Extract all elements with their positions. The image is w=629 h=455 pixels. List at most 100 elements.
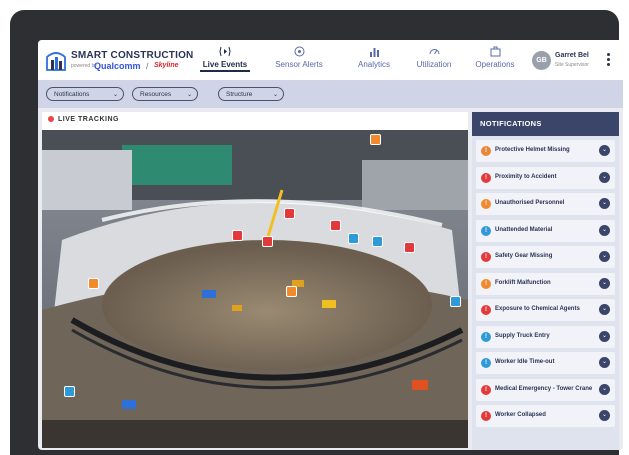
- app-title: SMART CONSTRUCTION: [71, 50, 194, 61]
- notification-item[interactable]: ! Supply Truck Entry ⌄: [476, 325, 615, 348]
- chevron-down-icon[interactable]: ⌄: [599, 171, 610, 183]
- partner-qualcomm-logo: Qualcomm: [94, 61, 141, 71]
- helmet-alert-marker[interactable]: [370, 134, 381, 145]
- notification-label: Safety Gear Missing: [495, 253, 553, 259]
- notification-label: Worker Collapsed: [495, 412, 546, 418]
- tab-live-events[interactable]: Live Events: [200, 46, 250, 78]
- chevron-down-icon: ⌄: [112, 92, 118, 98]
- construction-site-image: [42, 130, 468, 448]
- forklift-alert-marker[interactable]: [286, 286, 297, 297]
- notification-item[interactable]: ! Safety Gear Missing ⌄: [476, 246, 615, 268]
- notification-item[interactable]: ! Proximity to Accident ⌄: [476, 166, 615, 189]
- alert-icon: !: [481, 411, 491, 421]
- notification-label: Exposure to Chemical Agents: [495, 306, 580, 312]
- tab-utilization[interactable]: Utilization: [412, 46, 456, 78]
- live-indicator-icon: [48, 116, 54, 123]
- notification-label: Proximity to Accident: [495, 173, 557, 180]
- briefcase-icon: [490, 46, 500, 57]
- resources-filter-label: Resources: [140, 91, 172, 98]
- notification-label: Medical Emergency - Tower Crane: [495, 385, 593, 392]
- worker-alert-marker[interactable]: [64, 386, 75, 397]
- bar-chart-icon: [369, 48, 379, 57]
- top-header: SMART CONSTRUCTION powered by Qualcomm /…: [38, 40, 623, 80]
- chevron-down-icon[interactable]: ⌄: [599, 198, 610, 209]
- notification-label: Forklift Malfunction: [495, 279, 551, 286]
- safety-alert-marker[interactable]: [284, 208, 295, 219]
- tab-operations[interactable]: Operations: [472, 46, 518, 78]
- notification-label: Unattended Material: [495, 226, 553, 233]
- chevron-down-icon[interactable]: ⌄: [599, 251, 610, 262]
- warning-icon: !: [481, 172, 491, 183]
- tab-utilization-label: Utilization: [416, 60, 452, 69]
- forklift-icon: !: [481, 278, 491, 289]
- user-role: Site Supervisor: [555, 62, 589, 68]
- construction-site-feed[interactable]: [42, 130, 468, 448]
- resources-filter-dropdown[interactable]: Resources ⌄: [132, 87, 198, 101]
- clock-icon: !: [481, 358, 491, 368]
- stadium-logo-icon: [46, 52, 66, 71]
- tab-live-events-label: Live Events: [200, 60, 250, 72]
- powered-by-label: powered by: [71, 63, 97, 69]
- chevron-down-icon[interactable]: ⌄: [599, 383, 610, 395]
- broadcast-icon: [219, 46, 231, 57]
- box-icon: !: [481, 225, 491, 236]
- filter-bar: Notifications ⌄ Resources ⌄ Structure ⌄: [38, 80, 623, 108]
- truck-alert-marker[interactable]: [372, 236, 383, 247]
- notification-item[interactable]: ! Forklift Malfunction ⌄: [476, 272, 615, 295]
- notification-item[interactable]: ! Medical Emergency - Tower Crane ⌄: [476, 378, 615, 401]
- chevron-down-icon: ⌄: [272, 92, 278, 98]
- chevron-down-icon[interactable]: ⌄: [599, 304, 610, 315]
- notification-label: Unauthorised Personnel: [495, 200, 565, 206]
- chevron-down-icon[interactable]: ⌄: [599, 277, 610, 289]
- truck-icon: !: [481, 331, 491, 342]
- live-tracking-panel: LIVE TRACKING: [42, 112, 468, 448]
- structure-filter-dropdown[interactable]: Structure ⌄: [218, 87, 284, 101]
- notifications-filter-label: Notifications: [54, 91, 90, 98]
- notification-label: Protective Helmet Missing: [495, 147, 570, 153]
- personnel-alert-marker[interactable]: [88, 278, 99, 289]
- notifications-title: NOTIFICATIONS: [472, 112, 619, 136]
- app-screen: SMART CONSTRUCTION powered by Qualcomm /…: [38, 40, 623, 450]
- tab-sensor-alerts[interactable]: Sensor Alerts: [269, 46, 329, 78]
- collapse-alert-marker[interactable]: [404, 242, 415, 253]
- notification-label: Supply Truck Entry: [495, 332, 550, 339]
- tab-sensor-alerts-label: Sensor Alerts: [275, 60, 323, 69]
- avatar[interactable]: GB: [532, 51, 551, 70]
- live-tracking-label: LIVE TRACKING: [58, 116, 119, 123]
- chevron-down-icon[interactable]: ⌄: [599, 224, 610, 236]
- chevron-down-icon[interactable]: ⌄: [599, 357, 610, 368]
- chevron-down-icon[interactable]: ⌄: [599, 330, 610, 342]
- chevron-down-icon: ⌄: [186, 92, 192, 98]
- chevron-down-icon[interactable]: ⌄: [599, 410, 610, 421]
- more-menu-icon[interactable]: [607, 53, 611, 69]
- device-frame: SMART CONSTRUCTION powered by Qualcomm /…: [10, 10, 623, 455]
- helmet-icon: !: [481, 146, 491, 156]
- medical-icon: !: [481, 384, 491, 395]
- notification-item[interactable]: ! Protective Helmet Missing ⌄: [476, 140, 615, 162]
- warning-alert-marker[interactable]: [232, 230, 243, 241]
- notification-item[interactable]: ! Worker Idle Time-out ⌄: [476, 352, 615, 374]
- notification-item[interactable]: ! Worker Collapsed ⌄: [476, 405, 615, 427]
- notifications-panel: NOTIFICATIONS ! Protective Helmet Missing…: [472, 112, 619, 450]
- chemical-icon: !: [481, 305, 491, 315]
- chemical-alert-marker[interactable]: [330, 220, 341, 231]
- material-alert-marker[interactable]: [348, 233, 359, 244]
- person-icon: !: [481, 199, 491, 209]
- notification-item[interactable]: ! Unattended Material ⌄: [476, 219, 615, 242]
- notifications-filter-dropdown[interactable]: Notifications ⌄: [46, 87, 124, 101]
- live-tracking-header: LIVE TRACKING: [48, 116, 119, 123]
- sensor-icon: [294, 46, 304, 57]
- gauge-icon: [429, 49, 439, 55]
- tab-analytics[interactable]: Analytics: [354, 46, 394, 78]
- structure-filter-label: Structure: [226, 91, 253, 98]
- idle-alert-marker[interactable]: [450, 296, 461, 307]
- accident-alert-marker[interactable]: [262, 236, 273, 247]
- notification-label: Worker Idle Time-out: [495, 359, 555, 365]
- tab-analytics-label: Analytics: [357, 60, 390, 69]
- partner-separator: /: [146, 61, 149, 71]
- notification-item[interactable]: ! Unauthorised Personnel ⌄: [476, 193, 615, 215]
- partner-skyline-logo: Skyline: [154, 62, 179, 69]
- notification-item[interactable]: ! Exposure to Chemical Agents ⌄: [476, 299, 615, 321]
- chevron-down-icon[interactable]: ⌄: [599, 145, 610, 156]
- user-name: Garret Bel: [555, 52, 589, 59]
